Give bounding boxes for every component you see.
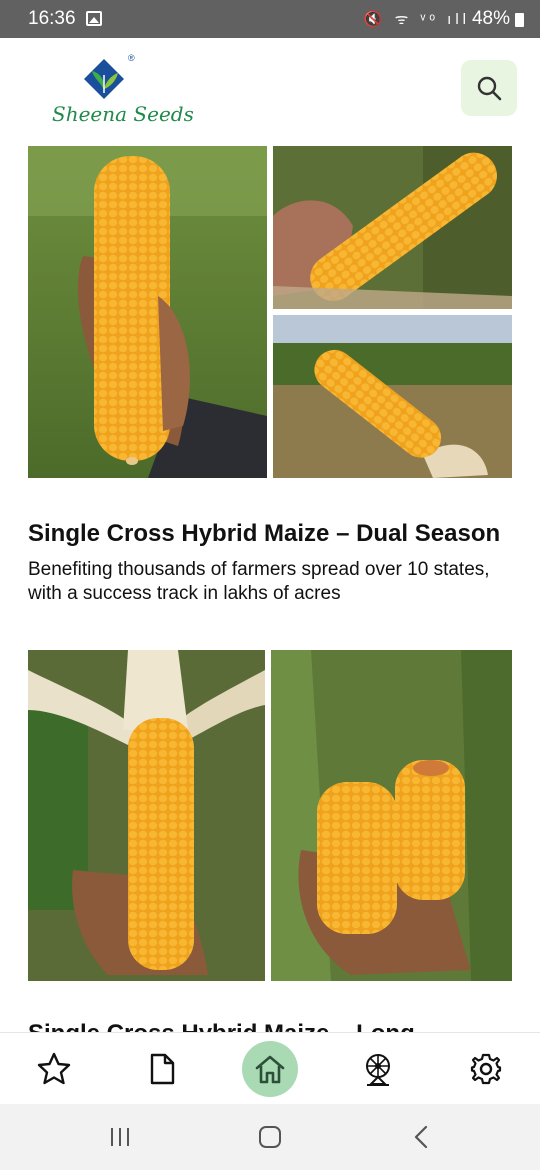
recents-button[interactable]	[100, 1122, 140, 1152]
star-icon	[37, 1052, 71, 1085]
product-photo-grid[interactable]	[28, 650, 512, 981]
back-button[interactable]	[402, 1122, 442, 1152]
registered-mark: ®	[128, 53, 135, 63]
system-home-icon	[259, 1126, 281, 1148]
gallery-notification-icon	[86, 11, 102, 26]
document-icon	[150, 1053, 175, 1085]
product-description: Benefiting thousands of farmers spread o…	[28, 559, 490, 604]
logo-mark-icon	[84, 59, 124, 99]
search-button[interactable]	[461, 60, 517, 116]
search-icon	[477, 76, 502, 101]
nav-documents[interactable]	[134, 1041, 190, 1097]
status-icons: 🔇 ᯤ ᵛᵒ ıll	[363, 11, 470, 28]
nav-wheel[interactable]	[350, 1041, 406, 1097]
product-photo-grid[interactable]	[28, 146, 512, 478]
status-time: 16:36	[28, 8, 76, 29]
product-feed[interactable]: Single Cross Hybrid Maize – Dual Season …	[0, 144, 540, 1032]
status-bar: 16:36 🔇 ᯤ ᵛᵒ ıll 48%	[0, 0, 540, 38]
product-title[interactable]: Single Cross Hybrid Maize – Long	[28, 1020, 415, 1032]
maize-cob-field-photo-2[interactable]	[273, 315, 512, 478]
logo-text: Sheena Seeds	[52, 102, 194, 126]
maize-cob-husk-photo[interactable]	[28, 650, 265, 981]
gear-icon	[470, 1053, 502, 1085]
maize-cob-field-photo-1[interactable]	[273, 146, 512, 309]
sheena-seeds-logo: ® Sheena Seeds	[48, 53, 194, 133]
nav-home[interactable]	[242, 1041, 298, 1097]
maize-cob-in-hand-photo[interactable]	[28, 146, 267, 478]
nav-settings[interactable]	[458, 1041, 514, 1097]
home-icon	[255, 1055, 285, 1084]
wheel-icon	[366, 1054, 390, 1086]
system-navigation-bar	[0, 1104, 540, 1170]
two-maize-cobs-photo[interactable]	[271, 650, 512, 981]
battery-percentage: 48%	[471, 8, 510, 29]
bottom-navigation	[0, 1032, 540, 1104]
product-title[interactable]: Single Cross Hybrid Maize – Dual Season	[28, 520, 500, 548]
app-header: ® Sheena Seeds	[0, 38, 540, 144]
back-icon	[414, 1125, 428, 1149]
recents-icon	[111, 1128, 129, 1146]
system-home-button[interactable]	[250, 1122, 290, 1152]
nav-favorites[interactable]	[26, 1041, 82, 1097]
battery-icon	[515, 13, 524, 27]
